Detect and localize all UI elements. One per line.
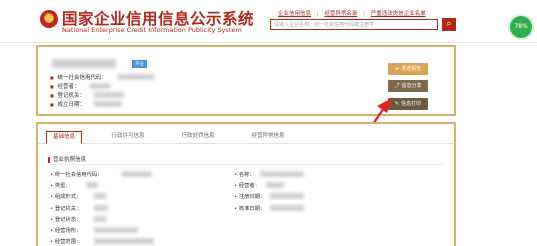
- redacted-value: [86, 182, 98, 188]
- field-operator: 经营者：: [234, 181, 260, 189]
- redacted-value: [266, 182, 284, 188]
- redacted-value: [94, 238, 154, 244]
- arrow-head: [377, 98, 392, 113]
- field-name: 名称：: [234, 170, 255, 178]
- field-type: 类型：: [50, 181, 71, 189]
- field-credit-code: 统一社会信用代码：: [50, 170, 103, 178]
- redacted-value: [94, 205, 108, 211]
- tab-admin-penalty[interactable]: 行政处罚信息: [168, 131, 228, 142]
- tab-basic-info[interactable]: 基础信息: [46, 131, 82, 144]
- redacted-value: [94, 216, 106, 222]
- section-title-business-license: 营业执照信息: [48, 155, 86, 163]
- field-authority: 登记机关：: [50, 204, 82, 212]
- field-register-date: 注册日期：: [234, 192, 266, 200]
- redacted-value: [122, 171, 152, 177]
- redacted-value: [270, 193, 304, 199]
- section-divider: [48, 164, 444, 165]
- redacted-value: [260, 171, 304, 177]
- tab-bar: 基础信息 行政许可信息 行政处罚信息 经营异常信息: [38, 131, 454, 144]
- redacted-value: [94, 227, 138, 233]
- field-premises: 经营场所：: [50, 226, 82, 234]
- enterprise-detail-panel: 基础信息 行政许可信息 行政处罚信息 经营异常信息 营业执照信息 统一社会信用代…: [36, 122, 456, 246]
- field-approval-date: 核准日期：: [234, 204, 266, 212]
- tab-admin-license[interactable]: 行政许可信息: [98, 131, 158, 142]
- field-status: 登记状态：: [50, 215, 82, 223]
- redacted-value: [94, 193, 106, 199]
- field-composition: 组成形式：: [50, 192, 82, 200]
- redacted-value: [270, 205, 304, 211]
- field-scope: 经营范围：: [50, 237, 82, 245]
- tab-abnormal-operation[interactable]: 经营异常信息: [238, 131, 298, 142]
